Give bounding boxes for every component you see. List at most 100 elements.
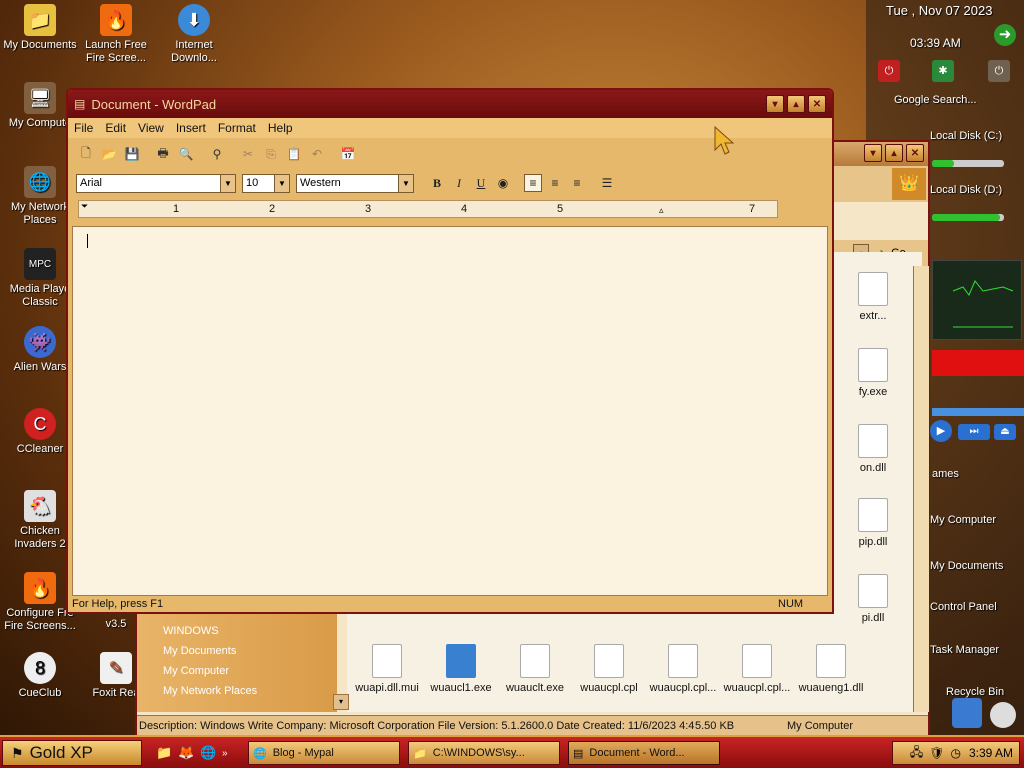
file-item[interactable]: pip.dll — [833, 498, 913, 548]
ccleaner-icon: C — [24, 408, 56, 440]
align-center-button[interactable]: ≡ — [546, 174, 564, 192]
network-globe-icon[interactable] — [952, 698, 982, 728]
task-wordpad[interactable]: ▤ Document - Word... — [568, 741, 720, 765]
maximize-button[interactable]: ▴ — [885, 144, 903, 162]
file-item[interactable]: pi.dll — [833, 574, 913, 624]
minimize-button[interactable]: ▾ — [766, 95, 784, 113]
bold-button[interactable]: B — [428, 174, 446, 192]
menu-view[interactable]: View — [138, 121, 164, 135]
chicken-icon: 🐔 — [24, 490, 56, 522]
firefox-icon[interactable]: 🦊 — [178, 745, 196, 761]
task-blog-mypal[interactable]: 🌐 Blog - Mypal — [248, 741, 400, 765]
wordpad-titlebar[interactable]: ▤ Document - WordPad ▾ ▴ ✕ — [68, 90, 832, 118]
ruler-number: 7 — [749, 203, 756, 215]
scroll-down-button[interactable]: ▾ — [333, 694, 349, 710]
align-right-button[interactable]: ≡ — [568, 174, 586, 192]
sidebar-link-my-computer[interactable]: My Computer — [930, 514, 996, 526]
disk-c-label: Local Disk (C:) — [930, 130, 1003, 142]
desktop-icon-internet-download[interactable]: ⬇ Internet Downlo... — [154, 4, 234, 65]
menu-edit[interactable]: Edit — [105, 121, 126, 135]
print-preview-icon[interactable]: 🔍 — [176, 144, 196, 164]
task-link-my-documents[interactable]: My Documents — [163, 645, 236, 657]
file-item[interactable]: wuaucl1.exe — [421, 644, 501, 694]
mypal-icon[interactable]: 🌐 — [200, 745, 218, 761]
desktop-icon-my-documents[interactable]: 📁 My Documents — [0, 4, 80, 52]
script-select[interactable]: Western ▼ — [296, 173, 414, 193]
close-button[interactable]: ✕ — [906, 144, 924, 162]
eject-icon[interactable]: ⏏ — [994, 424, 1016, 440]
clock-tray-icon[interactable]: ◷ — [950, 746, 960, 760]
sidebar-link-recycle-bin[interactable]: Recycle Bin — [946, 686, 1004, 698]
undo-icon[interactable]: ↶ — [307, 144, 327, 164]
open-icon[interactable]: 📂 — [99, 144, 119, 164]
task-link-windows[interactable]: WINDOWS — [163, 625, 219, 637]
menu-file[interactable]: File — [74, 121, 93, 135]
menu-format[interactable]: Format — [218, 121, 256, 135]
save-icon[interactable]: 💾 — [122, 144, 142, 164]
file-item[interactable]: wuaucpl.cpl... — [717, 644, 797, 694]
start-button[interactable]: ⚑ Gold XP — [2, 740, 142, 766]
file-item[interactable]: wuauclt.exe — [495, 644, 575, 694]
disk-d-bar — [932, 214, 1004, 221]
close-button[interactable]: ✕ — [808, 95, 826, 113]
minimize-button[interactable]: ▾ — [864, 144, 882, 162]
indent-marker-icon[interactable]: ⏷ — [81, 201, 88, 212]
restart-icon[interactable]: ✱ — [932, 60, 954, 82]
maximize-button[interactable]: ▴ — [787, 95, 805, 113]
power-icon[interactable]: ⏻ — [878, 60, 900, 82]
ruler[interactable]: 1 2 3 4 5 7 ⏷ ▵ — [78, 200, 778, 218]
file-item[interactable]: wuaucpl.cpl... — [643, 644, 723, 694]
network-tray-icon[interactable]: 🖧 — [910, 743, 923, 764]
file-item[interactable]: on.dll — [833, 424, 913, 474]
sidebar-link-control-panel[interactable]: Control Panel — [930, 601, 997, 613]
sidebar-link-games[interactable]: ames — [932, 468, 959, 480]
paste-icon[interactable]: 📋 — [284, 144, 304, 164]
find-icon[interactable]: ⚲ — [207, 144, 227, 164]
google-search-input[interactable]: Google Search... — [894, 94, 977, 106]
print-icon[interactable]: 🖶 — [153, 144, 173, 164]
task-link-my-computer[interactable]: My Computer — [163, 665, 229, 677]
italic-button[interactable]: I — [450, 174, 468, 192]
font-select[interactable]: Arial ▼ — [76, 173, 236, 193]
underline-button[interactable]: U — [472, 174, 490, 192]
folder-icon[interactable]: 📁 — [156, 745, 174, 761]
play-icon[interactable]: ▶ — [930, 420, 952, 442]
taskbar-clock[interactable]: 3:39 AM — [969, 746, 1013, 760]
speaker-icon[interactable] — [990, 702, 1016, 728]
file-item[interactable]: wuapi.dll.mui — [347, 644, 427, 694]
copy-icon[interactable]: ⎘ — [261, 144, 281, 164]
document-editor[interactable] — [72, 226, 828, 596]
new-icon[interactable]: 🗋 — [76, 144, 96, 164]
security-shield-icon[interactable]: 🛡 — [929, 746, 944, 760]
alien-icon: 👾 — [24, 326, 56, 358]
color-button[interactable]: ◉ — [494, 174, 512, 192]
align-left-button[interactable]: ≡ — [524, 174, 542, 192]
format-bar: Arial ▼ 10 ▼ Western ▼ B I U ◉ ≡ ≡ ≡ ☰ — [76, 172, 636, 194]
file-icon — [858, 424, 888, 458]
standby-icon[interactable]: ⏻ — [988, 60, 1010, 82]
chevron-right-icon[interactable]: » — [222, 748, 228, 759]
right-indent-marker-icon[interactable]: ▵ — [659, 205, 664, 216]
desktop-icon-launch-free-fire[interactable]: 🔥 Launch Free Fire Scree... — [76, 4, 156, 65]
cut-icon[interactable]: ✂ — [238, 144, 258, 164]
explorer-window-controls: ▾ ▴ ✕ — [861, 144, 924, 162]
font-size-select[interactable]: 10 ▼ — [242, 173, 290, 193]
menu-help[interactable]: Help — [268, 121, 293, 135]
sidebar-link-my-documents[interactable]: My Documents — [930, 560, 1003, 572]
sidebar-link-task-manager[interactable]: Task Manager — [930, 644, 999, 656]
task-link-my-network-places[interactable]: My Network Places — [163, 685, 257, 697]
mypal-icon: 🌐 — [253, 747, 267, 760]
menu-insert[interactable]: Insert — [176, 121, 206, 135]
date-time-icon[interactable]: 📅 — [338, 144, 358, 164]
skip-forward-icon[interactable]: ⏭ — [958, 424, 990, 440]
file-item[interactable]: extr... — [833, 272, 913, 322]
file-item[interactable]: wuaueng1.dll — [791, 644, 871, 694]
task-windows-explorer[interactable]: 📁 C:\WINDOWS\sy... — [408, 741, 560, 765]
explorer-scrollbar[interactable] — [913, 266, 929, 712]
wordpad-window[interactable]: ▤ Document - WordPad ▾ ▴ ✕ File Edit Vie… — [66, 88, 834, 614]
file-item[interactable]: wuaucpl.cpl — [569, 644, 649, 694]
bullets-button[interactable]: ☰ — [598, 174, 616, 192]
file-item[interactable]: fy.exe — [833, 348, 913, 398]
arrow-right-icon[interactable]: ➜ — [994, 24, 1016, 46]
desktop-icon-cueclub[interactable]: 8 CueClub — [0, 652, 80, 700]
